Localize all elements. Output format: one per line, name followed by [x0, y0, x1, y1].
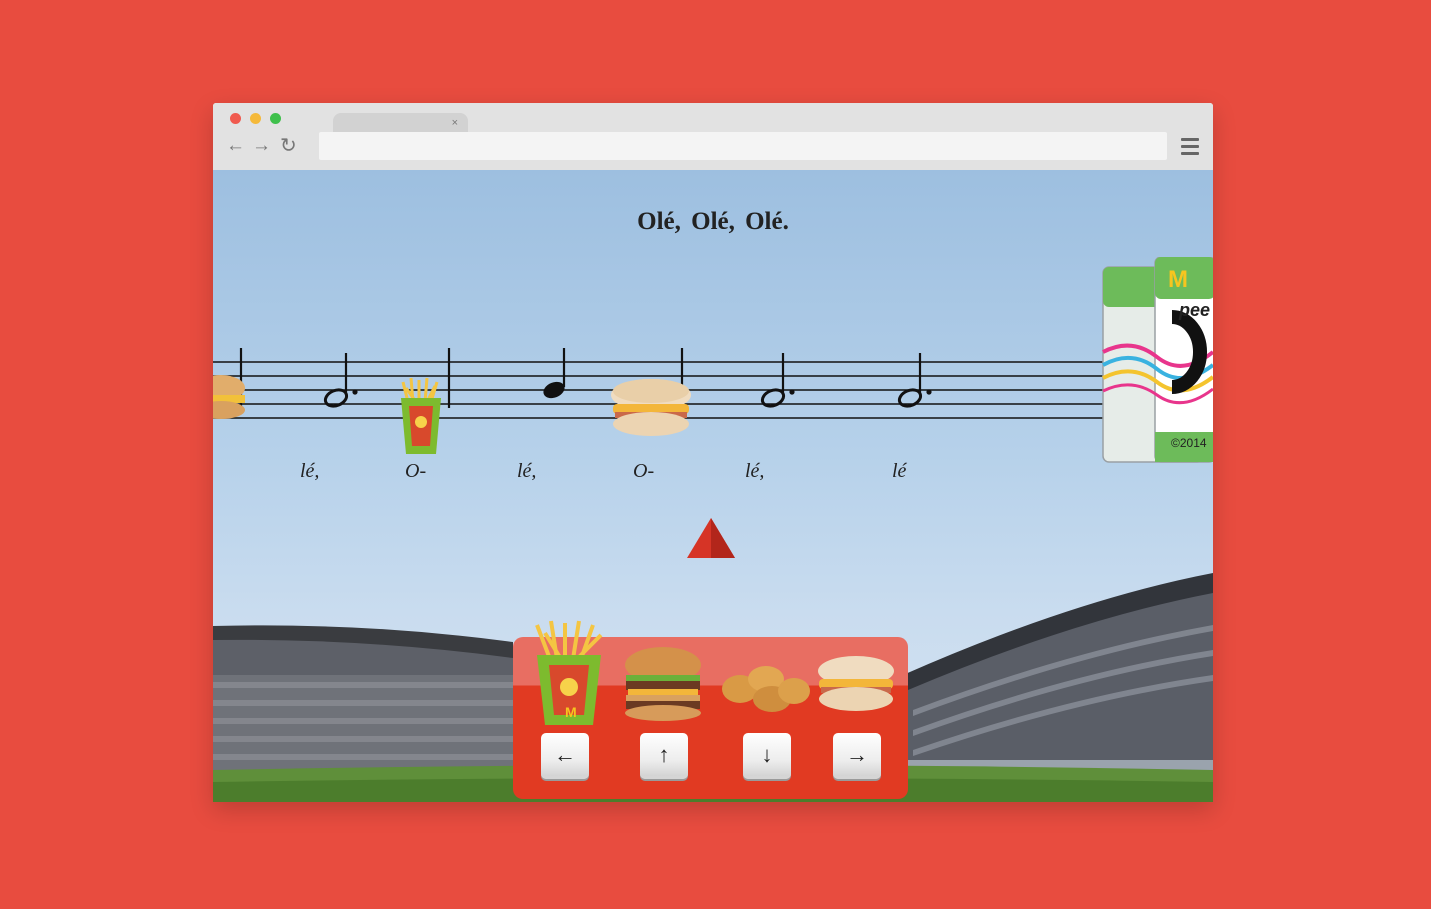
- big-mac-icon[interactable]: [618, 645, 708, 723]
- browser-window: × ← → ↻ Olé, Olé, Olé. lé, O- lé, O- lé,…: [213, 103, 1213, 802]
- tab-close-icon[interactable]: ×: [452, 114, 458, 132]
- mcmuffin-icon[interactable]: [815, 653, 897, 715]
- browser-tab[interactable]: ×: [333, 113, 468, 133]
- arrow-left-key[interactable]: ←: [541, 733, 589, 779]
- arrow-right-key[interactable]: →: [833, 733, 881, 779]
- lyric-syllable: lé,: [300, 460, 320, 482]
- arrow-up-key[interactable]: ↑: [640, 733, 688, 779]
- back-arrow-icon[interactable]: ←: [226, 136, 245, 156]
- music-staff: [213, 348, 1103, 454]
- minimize-window-dot[interactable]: [250, 113, 261, 124]
- nuggets-icon[interactable]: [718, 657, 812, 717]
- lyric-syllable: O-: [633, 460, 655, 482]
- browser-chrome: × ← → ↻: [213, 103, 1213, 170]
- lyric-syllable: O-: [405, 460, 427, 482]
- card-word: pee: [1179, 300, 1211, 320]
- pointer-triangle-icon: [687, 518, 735, 558]
- note-quarter: [543, 348, 566, 399]
- close-window-dot[interactable]: [230, 113, 241, 124]
- game-viewport: Olé, Olé, Olé. lé, O- lé, O- lé, lé M pe…: [213, 170, 1213, 802]
- maximize-window-dot[interactable]: [270, 113, 281, 124]
- arrow-down-key[interactable]: ↓: [743, 733, 791, 779]
- hamburger-menu-icon[interactable]: [1181, 138, 1199, 156]
- card-copyright: ©2014: [1171, 436, 1207, 450]
- svg-text:M: M: [565, 704, 577, 720]
- card-brand-logo: M: [1168, 266, 1188, 293]
- lyric-syllable: lé,: [745, 460, 765, 482]
- lyric-syllable: lé,: [517, 460, 537, 482]
- mcmuffin-note-icon: [611, 379, 691, 436]
- fries-icon[interactable]: M: [525, 619, 615, 729]
- address-bar[interactable]: [319, 132, 1167, 160]
- forward-arrow-icon[interactable]: →: [252, 136, 271, 156]
- lyric-syllable: lé: [892, 460, 907, 482]
- reload-icon[interactable]: ↻: [280, 136, 297, 156]
- controls-panel: M ← ↑ ↓ →: [513, 620, 908, 799]
- burger-note-icon: [213, 375, 245, 419]
